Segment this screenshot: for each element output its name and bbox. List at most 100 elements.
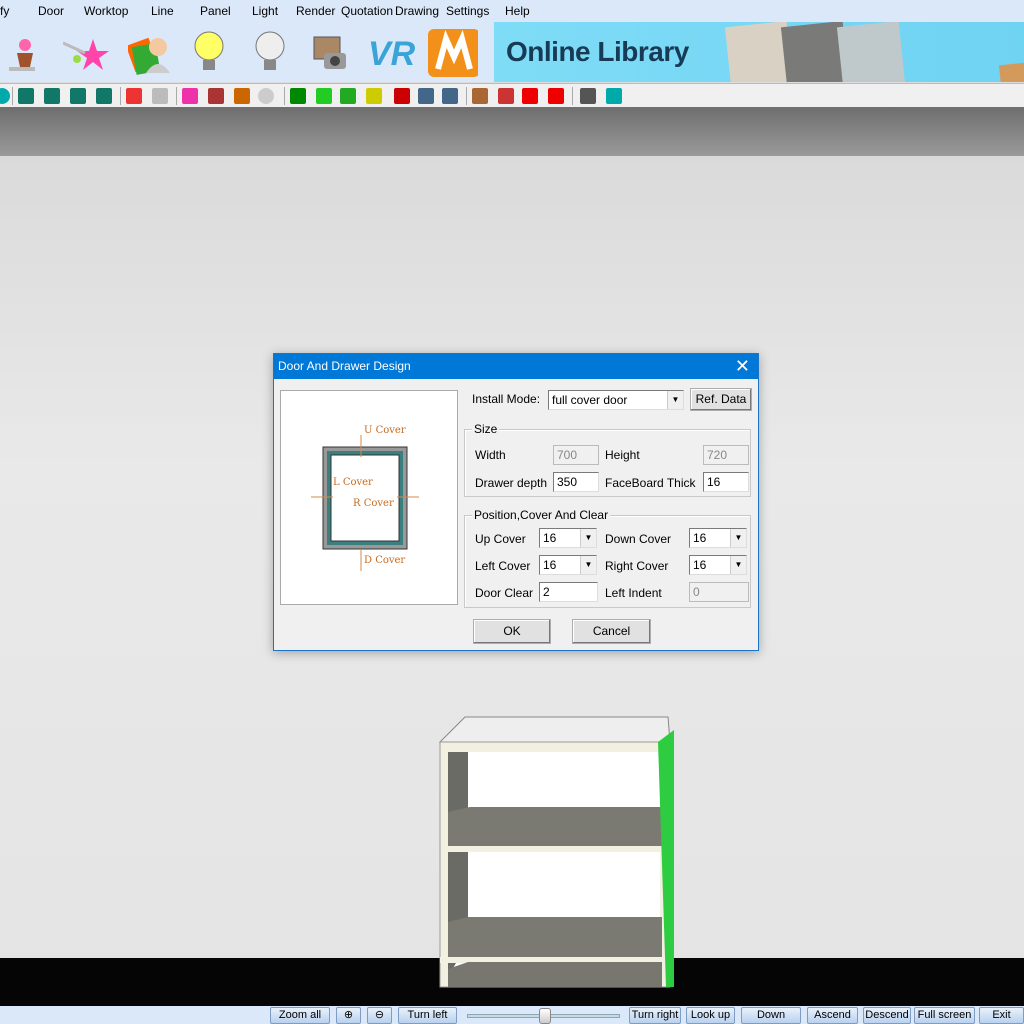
descend-button[interactable]: Descend	[863, 1007, 911, 1024]
menu-help[interactable]: Help	[505, 4, 530, 18]
menu-panel[interactable]: Panel	[200, 4, 231, 18]
photo-camera-icon[interactable]	[305, 28, 355, 78]
toolbar-separator	[120, 87, 121, 105]
right-cover-select[interactable]: 16 ▼	[689, 555, 747, 575]
menu-modify[interactable]: fy	[0, 4, 9, 18]
zoom-all-button[interactable]: Zoom all	[270, 1007, 330, 1024]
toolbar-separator	[466, 87, 467, 105]
ceiling	[0, 107, 1024, 156]
align-icon[interactable]	[472, 88, 488, 104]
rect-select-icon[interactable]	[366, 88, 382, 104]
cabinet-2-icon[interactable]	[44, 88, 60, 104]
select-arrow-icon[interactable]	[290, 88, 306, 104]
chevron-down-icon[interactable]: ▼	[580, 556, 596, 574]
cube-icon[interactable]	[316, 88, 332, 104]
drawer-depth-field[interactable]: 350	[553, 472, 599, 492]
left-cover-select[interactable]: 16 ▼	[539, 555, 597, 575]
delete-arrow-icon[interactable]	[394, 88, 410, 104]
height-field: 720	[703, 445, 749, 465]
width-label: Width	[475, 448, 506, 462]
ok-button[interactable]: OK	[473, 619, 551, 644]
zoom-in-icon[interactable]: ⊕	[336, 1007, 361, 1024]
path-play-icon[interactable]	[208, 88, 224, 104]
cabinet-1-icon[interactable]	[18, 88, 34, 104]
left-cover-value: 16	[543, 558, 557, 572]
lamp-icon[interactable]	[152, 88, 168, 104]
wall-icon[interactable]	[340, 88, 356, 104]
turn-left-button[interactable]: Turn left	[398, 1007, 457, 1024]
redo-icon[interactable]	[442, 88, 458, 104]
chevron-down-icon[interactable]: ▼	[730, 556, 746, 574]
vr-icon[interactable]: VR	[366, 28, 422, 78]
turn-right-button[interactable]: Turn right	[629, 1007, 681, 1024]
online-library-banner[interactable]: Online Library	[494, 22, 1024, 82]
height-label: Height	[605, 448, 640, 462]
light-on-icon[interactable]	[184, 28, 234, 78]
ref-data-button[interactable]: Ref. Data	[690, 388, 752, 411]
plan-icon[interactable]	[606, 88, 622, 104]
left-cover-label: L Cover	[333, 477, 373, 488]
look-up-button[interactable]: Look up	[686, 1007, 735, 1024]
dialog-title: Door And Drawer Design	[274, 354, 758, 379]
chevron-down-icon[interactable]: ▼	[667, 391, 683, 409]
down-button[interactable]: Down	[741, 1007, 801, 1024]
tile-sample	[998, 58, 1024, 82]
sphere-icon[interactable]	[258, 88, 274, 104]
size-legend: Size	[472, 422, 500, 436]
mirror-icon[interactable]	[498, 88, 514, 104]
menu-drawing[interactable]: Drawing	[395, 4, 439, 18]
ascend-button[interactable]: Ascend	[807, 1007, 858, 1024]
chevron-down-icon[interactable]: ▼	[730, 529, 746, 547]
chevron-down-icon[interactable]: ▼	[580, 529, 596, 547]
cover-preview: U Cover L Cover R Cover D Cover	[280, 390, 458, 605]
secondary-toolbar	[0, 83, 1024, 107]
circle-icon[interactable]	[0, 88, 10, 104]
drawer-depth-label: Drawer depth	[475, 476, 548, 490]
user-cards-icon[interactable]	[126, 28, 176, 78]
svg-text:VR: VR	[368, 35, 416, 73]
toolbar-separator	[572, 87, 573, 105]
menu-worktop[interactable]: Worktop	[84, 4, 128, 18]
cabinet-model[interactable]	[430, 712, 690, 997]
palette-play-icon[interactable]	[182, 88, 198, 104]
m-logo-icon[interactable]	[428, 28, 478, 78]
move-icon[interactable]	[548, 88, 564, 104]
list-icon[interactable]	[580, 88, 596, 104]
down-cover-select[interactable]: 16 ▼	[689, 528, 747, 548]
up-cover-select[interactable]: 16 ▼	[539, 528, 597, 548]
stars-icon[interactable]	[62, 28, 112, 78]
menu-quotation[interactable]: Quotation	[341, 4, 393, 18]
cancel-button[interactable]: Cancel	[572, 619, 651, 644]
toolbar-separator	[12, 87, 13, 105]
cabinet-3-icon[interactable]	[70, 88, 86, 104]
right-cover-label: R Cover	[353, 498, 394, 509]
tile-sample	[836, 22, 906, 82]
menu-render[interactable]: Render	[296, 4, 335, 18]
faceboard-thick-field[interactable]: 16	[703, 472, 749, 492]
down-cover-label: Down Cover	[605, 532, 672, 546]
rotate-icon[interactable]	[522, 88, 538, 104]
close-icon[interactable]: ✕	[735, 354, 750, 378]
left-indent-label: Left Indent	[605, 586, 662, 600]
faceboard-thick-label: FaceBoard Thick	[605, 476, 696, 490]
menu-light[interactable]: Light	[252, 4, 278, 18]
view-slider[interactable]	[463, 1007, 624, 1024]
menu-door[interactable]: Door	[38, 4, 64, 18]
up-cover-label: U Cover	[364, 425, 406, 436]
door-clear-field[interactable]: 2	[539, 582, 598, 602]
install-mode-value: full cover door	[552, 393, 628, 407]
exit-button[interactable]: Exit	[979, 1007, 1024, 1024]
zoom-out-icon[interactable]: ⊖	[367, 1007, 392, 1024]
slider-thumb[interactable]	[538, 1008, 551, 1024]
plant-icon[interactable]	[0, 28, 50, 78]
install-mode-select[interactable]: full cover door ▼	[548, 390, 684, 410]
layer-play-icon[interactable]	[234, 88, 250, 104]
up-cover-value: 16	[543, 531, 557, 545]
menu-line[interactable]: Line	[151, 4, 174, 18]
colors-icon[interactable]	[126, 88, 142, 104]
menu-settings[interactable]: Settings	[446, 4, 489, 18]
full-screen-button[interactable]: Full screen	[914, 1007, 975, 1024]
light-off-icon[interactable]	[245, 28, 295, 78]
undo-icon[interactable]	[418, 88, 434, 104]
cabinet-4-icon[interactable]	[96, 88, 112, 104]
